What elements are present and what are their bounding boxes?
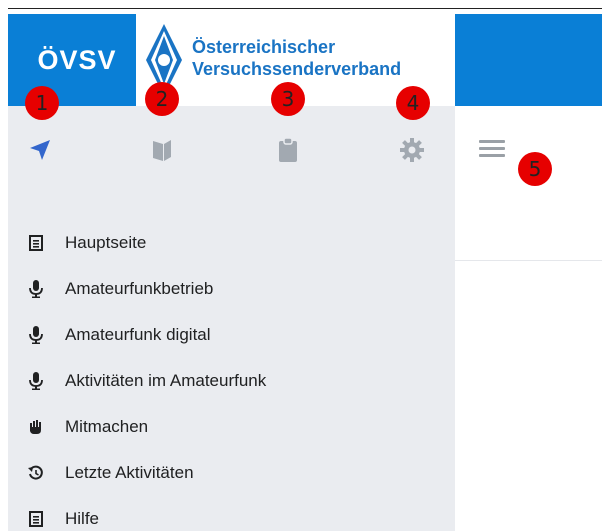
tab-book[interactable] bbox=[146, 134, 178, 166]
microphone-icon bbox=[25, 278, 47, 300]
hand-icon bbox=[25, 416, 47, 438]
badge-2: 2 bbox=[145, 82, 179, 116]
sidebar-item-label: Hilfe bbox=[65, 509, 100, 528]
clipboard-icon bbox=[279, 137, 297, 162]
sidebar-item-hilfe[interactable]: Hilfe bbox=[25, 496, 445, 531]
sidebar-item-letzte-aktivitaeten[interactable]: Letzte Aktivitäten bbox=[25, 450, 445, 496]
badge-5: 5 bbox=[518, 152, 552, 186]
sidebar-item-hauptseite[interactable]: Hauptseite bbox=[25, 220, 445, 266]
gear-icon bbox=[400, 138, 424, 162]
microphone-icon bbox=[25, 370, 47, 392]
site-logo[interactable]: ÖVSV Österreichischer Versuchssenderverb… bbox=[18, 14, 455, 106]
badge-3: 3 bbox=[271, 82, 305, 116]
tab-clipboard[interactable] bbox=[272, 134, 304, 166]
sidebar-item-amateurfunk-digital[interactable]: Amateurfunk digital bbox=[25, 312, 445, 358]
document-icon bbox=[25, 508, 47, 530]
logo-line-1: Österreichischer bbox=[192, 37, 336, 57]
logo-text: Österreichischer Versuchssenderverband bbox=[192, 36, 401, 80]
hamburger-icon bbox=[479, 140, 505, 143]
logo-line-2: Versuchssenderverband bbox=[192, 59, 402, 79]
top-rule bbox=[8, 8, 602, 9]
sidebar-item-label: Aktivitäten im Amateurfunk bbox=[65, 371, 267, 390]
navigation-arrow-icon bbox=[30, 140, 50, 160]
badge-4: 4 bbox=[396, 86, 430, 120]
history-icon bbox=[25, 462, 47, 484]
sidebar-item-label: Hauptseite bbox=[65, 233, 147, 252]
tab-navigation[interactable] bbox=[24, 134, 56, 166]
sidebar-item-label: Letzte Aktivitäten bbox=[65, 463, 194, 482]
content-divider bbox=[455, 260, 602, 261]
document-icon bbox=[25, 232, 47, 254]
sidebar-item-label: Amateurfunk digital bbox=[65, 325, 211, 344]
menu-toggle-button[interactable] bbox=[479, 140, 505, 160]
book-icon bbox=[153, 140, 171, 161]
sidebar-item-aktivitaeten[interactable]: Aktivitäten im Amateurfunk bbox=[25, 358, 445, 404]
sidebar-item-mitmachen[interactable]: Mitmachen bbox=[25, 404, 445, 450]
sidebar-item-label: Amateurfunkbetrieb bbox=[65, 279, 214, 298]
sidebar-nav: Hauptseite Amateurfunkbetrieb Amateurfun… bbox=[25, 220, 445, 531]
sidebar-item-label: Mitmachen bbox=[65, 417, 149, 436]
tab-settings[interactable] bbox=[396, 134, 428, 166]
badge-1: 1 bbox=[25, 86, 59, 120]
sidebar-item-amateurfunkbetrieb[interactable]: Amateurfunkbetrieb bbox=[25, 266, 445, 312]
microphone-icon bbox=[25, 324, 47, 346]
